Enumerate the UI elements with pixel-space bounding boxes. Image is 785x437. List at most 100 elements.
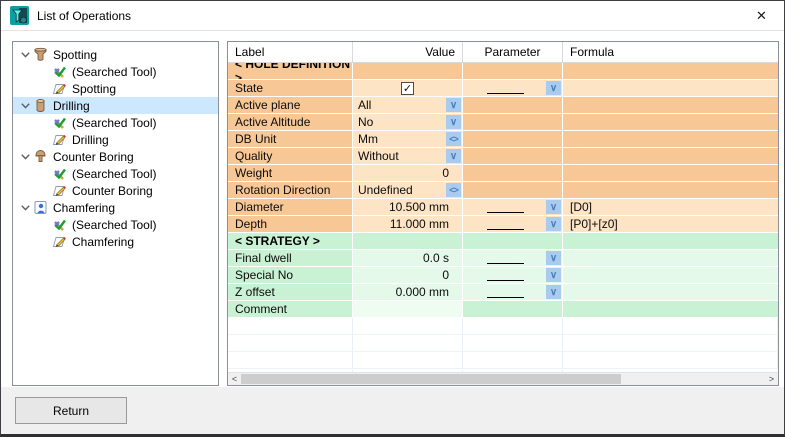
parameter-cell (463, 114, 563, 131)
tree-item-searched-tool[interactable]: (Searched Tool) (13, 114, 218, 131)
value-cell[interactable]: Without ∨ (353, 148, 463, 165)
edit-icon (51, 183, 68, 198)
spinner-icon[interactable]: <> (446, 132, 461, 146)
empty-cell (353, 352, 463, 369)
scrollbar-thumb[interactable] (241, 374, 621, 384)
horizontal-scrollbar[interactable]: < > (228, 372, 778, 385)
value-cell[interactable]: 0 (353, 267, 463, 284)
empty-cell (353, 318, 463, 335)
tree-item-searched-tool[interactable]: (Searched Tool) (13, 165, 218, 182)
chevron-down-icon[interactable] (18, 52, 32, 58)
value-cell[interactable]: ✓ (353, 80, 463, 97)
formula-cell[interactable]: [P0]+[z0] (563, 216, 778, 233)
value-text: Mm (358, 132, 378, 146)
close-icon[interactable]: ✕ (739, 1, 784, 31)
empty-table-row (228, 352, 778, 369)
tree-item-label: (Searched Tool) (72, 218, 157, 232)
row-label: Active Altitude (228, 114, 353, 131)
formula-cell (563, 114, 778, 131)
tree-item-searched-tool[interactable]: (Searched Tool) (13, 216, 218, 233)
row-label: Z offset (228, 284, 353, 301)
value-text: No (358, 115, 373, 129)
value-text: Undefined (358, 183, 413, 197)
tree-item-counter-boring[interactable]: Counter Boring (13, 148, 218, 165)
formula-cell (563, 182, 778, 199)
tree-item-chamfering[interactable]: Chamfering (13, 233, 218, 250)
parameter-blank-line (463, 216, 547, 232)
formula-cell[interactable] (563, 80, 778, 97)
value-cell[interactable]: All ∨ (353, 97, 463, 114)
tree-item-drilling[interactable]: Drilling (13, 131, 218, 148)
tree-item-label: Spotting (53, 48, 97, 62)
value-text: All (358, 98, 371, 112)
formula-cell[interactable] (563, 250, 778, 267)
formula-cell[interactable]: [D0] (563, 199, 778, 216)
value-cell[interactable]: 11.000 mm (353, 216, 463, 233)
value-text: 0.0 s (423, 251, 449, 265)
tree-item-spotting[interactable]: Spotting (13, 46, 218, 63)
parameter-blank-line (463, 284, 547, 300)
dropdown-arrow-icon[interactable]: ∨ (546, 268, 561, 282)
scroll-left-arrow-icon[interactable]: < (228, 373, 241, 385)
tree-item-spotting[interactable]: Spotting (13, 80, 218, 97)
footer-bar: Return (1, 387, 784, 434)
spinner-icon[interactable]: <> (446, 183, 461, 197)
tree-item-chamfering[interactable]: Chamfering (13, 199, 218, 216)
empty-cell (353, 335, 463, 352)
dropdown-arrow-icon[interactable]: ∨ (546, 81, 561, 95)
empty-table-row (228, 335, 778, 352)
parameter-cell[interactable]: ∨ (463, 199, 563, 216)
empty-cell (228, 318, 353, 335)
tree-item-counter-boring[interactable]: Counter Boring (13, 182, 218, 199)
value-cell[interactable]: Undefined <> (353, 182, 463, 199)
value-cell[interactable]: Mm <> (353, 131, 463, 148)
formula-cell[interactable] (563, 284, 778, 301)
value-cell[interactable] (353, 301, 463, 318)
tree-item-label: Chamfering (53, 201, 115, 215)
formula-cell[interactable] (563, 267, 778, 284)
chevron-down-icon[interactable] (18, 154, 32, 160)
dropdown-arrow-icon[interactable]: ∨ (446, 149, 461, 163)
return-button[interactable]: Return (15, 397, 127, 424)
table-row-special-no: Special No0∨ (228, 267, 778, 284)
tree-item-label: Drilling (53, 99, 90, 113)
chevron-down-icon[interactable] (18, 205, 32, 211)
tree-item-label: (Searched Tool) (72, 167, 157, 181)
value-cell[interactable]: 0.000 mm (353, 284, 463, 301)
tree-item-searched-tool[interactable]: (Searched Tool) (13, 63, 218, 80)
parameter-cell[interactable]: ∨ (463, 80, 563, 97)
dropdown-arrow-icon[interactable]: ∨ (546, 251, 561, 265)
empty-cell (463, 352, 563, 369)
spotting-tool-icon (32, 47, 49, 62)
parameter-cell[interactable]: ∨ (463, 284, 563, 301)
empty-cell (563, 352, 778, 369)
formula-cell (563, 63, 778, 80)
table-row-final-dwell: Final dwell0.0 s∨ (228, 250, 778, 267)
dropdown-arrow-icon[interactable]: ∨ (546, 217, 561, 231)
parameter-cell[interactable]: ∨ (463, 267, 563, 284)
parameter-cell[interactable]: ∨ (463, 216, 563, 233)
edit-icon (51, 132, 68, 147)
window-title: List of Operations (37, 9, 131, 23)
tree-item-drilling[interactable]: Drilling (13, 97, 218, 114)
scroll-right-arrow-icon[interactable]: > (765, 373, 778, 385)
column-header-label: Label (228, 42, 353, 62)
table-row-quality: QualityWithout∨ (228, 148, 778, 165)
value-cell[interactable]: 0 (353, 165, 463, 182)
state-checkbox[interactable]: ✓ (401, 82, 414, 95)
formula-text: [P0]+[z0] (570, 217, 618, 231)
value-text: Without (358, 149, 399, 163)
row-label: Weight (228, 165, 353, 182)
dropdown-arrow-icon[interactable]: ∨ (446, 98, 461, 112)
dropdown-arrow-icon[interactable]: ∨ (546, 285, 561, 299)
chevron-down-icon[interactable] (18, 103, 32, 109)
value-cell[interactable]: 0.0 s (353, 250, 463, 267)
dropdown-arrow-icon[interactable]: ∨ (446, 115, 461, 129)
formula-cell (563, 233, 778, 250)
parameter-cell[interactable]: ∨ (463, 250, 563, 267)
value-cell[interactable]: No ∨ (353, 114, 463, 131)
value-cell[interactable]: 10.500 mm (353, 199, 463, 216)
dropdown-arrow-icon[interactable]: ∨ (546, 200, 561, 214)
operations-tree: Spotting(Searched Tool)SpottingDrilling(… (12, 41, 219, 386)
row-label: Depth (228, 216, 353, 233)
